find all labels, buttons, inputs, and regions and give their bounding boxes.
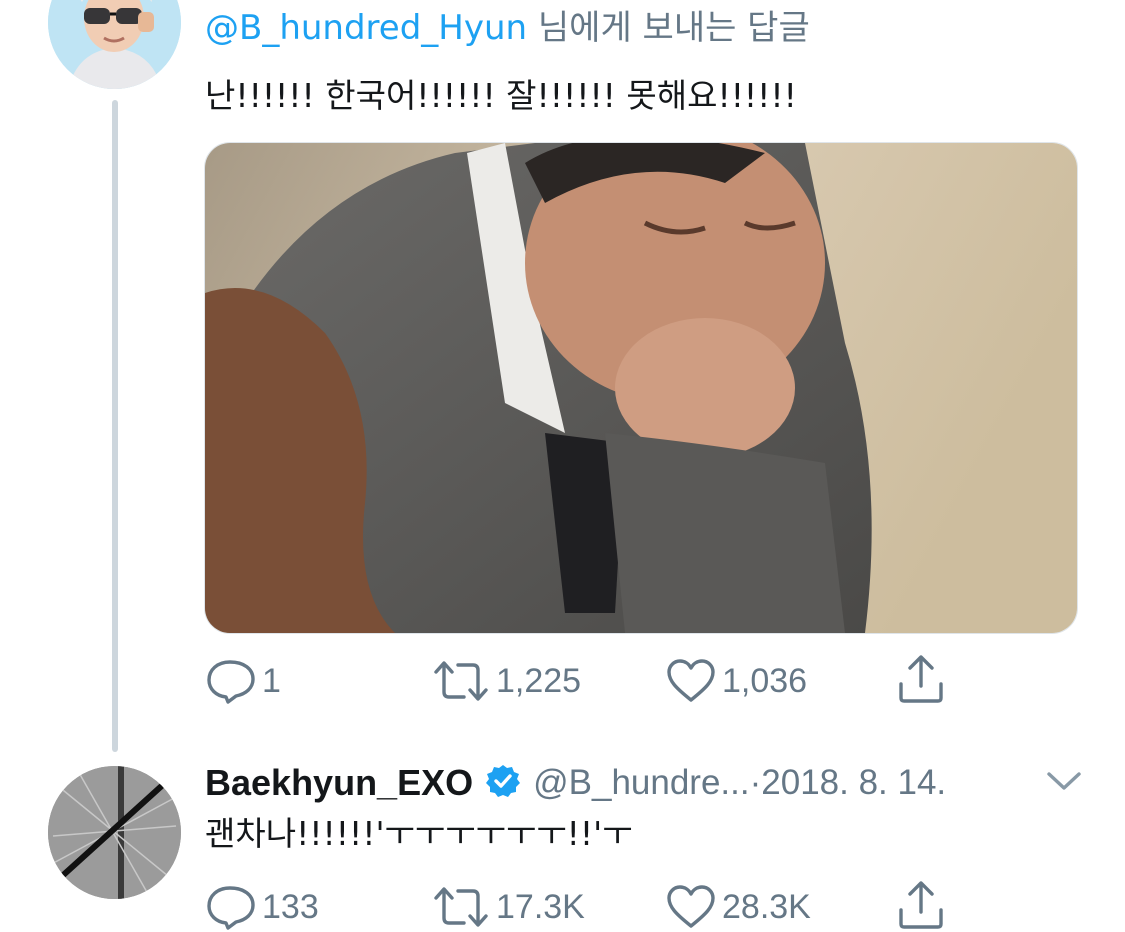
speech-bubble-icon bbox=[206, 658, 256, 704]
reply-count: 133 bbox=[262, 887, 319, 926]
share-action[interactable] bbox=[896, 654, 946, 704]
tweet-text: 괜차나!!!!!!'ㅜㅜㅜㅜㅜㅜ!!'ㅜ bbox=[205, 814, 633, 853]
reply-action[interactable]: 133 bbox=[206, 882, 319, 932]
like-action[interactable]: 1,036 bbox=[666, 656, 807, 706]
share-upload-icon bbox=[896, 880, 946, 930]
heart-icon bbox=[666, 884, 716, 930]
tweet-header: Baekhyun_EXO @B_hundre... · 2018. 8. 14. bbox=[205, 758, 946, 808]
tweet-text: 난!!!!!! 한국어!!!!!! 잘!!!!!! 못해요!!!!!! bbox=[205, 76, 797, 115]
retweet-action[interactable]: 17.3K bbox=[432, 882, 585, 932]
reply-to-handle-link[interactable]: @B_hundred_Hyun bbox=[205, 8, 527, 48]
like-count: 28.3K bbox=[722, 887, 811, 926]
heart-icon bbox=[666, 658, 716, 704]
reply-to-line: @B_hundred_Hyun 님에게 보내는 답글 bbox=[205, 6, 810, 50]
share-upload-icon bbox=[896, 654, 946, 704]
user-handle[interactable]: @B_hundre... bbox=[533, 763, 750, 803]
display-name[interactable]: Baekhyun_EXO bbox=[205, 762, 473, 804]
tweet-media-image[interactable] bbox=[204, 142, 1078, 634]
share-action[interactable] bbox=[896, 880, 946, 930]
avatar[interactable] bbox=[48, 0, 181, 89]
reply-to-label: 님에게 보내는 답글 bbox=[527, 8, 810, 48]
meta-separator: · bbox=[749, 763, 762, 802]
retweet-arrows-icon bbox=[432, 658, 490, 704]
tweet-date[interactable]: 2018. 8. 14. bbox=[761, 763, 946, 803]
retweet-count: 1,225 bbox=[496, 661, 582, 700]
retweet-count: 17.3K bbox=[496, 887, 585, 926]
verified-badge-icon bbox=[485, 763, 521, 803]
reply-action[interactable]: 1 bbox=[206, 656, 281, 706]
retweet-action[interactable]: 1,225 bbox=[432, 656, 581, 706]
avatar[interactable] bbox=[48, 766, 181, 899]
retweet-arrows-icon bbox=[432, 884, 490, 930]
speech-bubble-icon bbox=[206, 884, 256, 930]
reply-count: 1 bbox=[262, 661, 281, 700]
chevron-down-icon[interactable] bbox=[1044, 766, 1084, 800]
like-action[interactable]: 28.3K bbox=[666, 882, 811, 932]
like-count: 1,036 bbox=[722, 661, 808, 700]
thread-connector-line bbox=[112, 100, 118, 752]
